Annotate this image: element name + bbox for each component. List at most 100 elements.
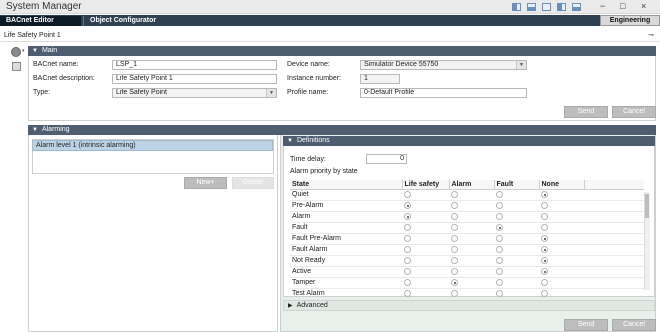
priority-radio[interactable] bbox=[451, 212, 458, 220]
priority-radio[interactable] bbox=[451, 267, 458, 275]
priority-cell bbox=[402, 277, 449, 289]
priority-radio[interactable] bbox=[404, 278, 411, 286]
layout-single-icon[interactable] bbox=[572, 3, 581, 11]
blank-cell bbox=[584, 211, 644, 223]
priority-radio[interactable] bbox=[451, 234, 458, 242]
bacnet-description-field[interactable]: Life Safety Point 1 bbox=[112, 74, 277, 84]
priority-radio[interactable] bbox=[541, 201, 548, 209]
priority-radio[interactable] bbox=[496, 245, 503, 253]
priority-cell bbox=[539, 200, 584, 212]
table-row: Quiet bbox=[290, 189, 644, 201]
priority-radio[interactable] bbox=[541, 267, 548, 275]
priority-radio[interactable] bbox=[541, 212, 548, 220]
priority-radio[interactable] bbox=[496, 267, 503, 275]
chevron-down-icon[interactable]: ▾ bbox=[22, 48, 25, 54]
main-send-button[interactable]: Send bbox=[564, 106, 608, 118]
priority-cell bbox=[494, 244, 539, 256]
priority-radio[interactable] bbox=[404, 223, 411, 231]
blank-cell bbox=[584, 233, 644, 245]
blank-cell bbox=[584, 255, 644, 267]
priority-radio[interactable] bbox=[451, 278, 458, 286]
type-label: Type: bbox=[33, 89, 51, 96]
priority-radio[interactable] bbox=[451, 201, 458, 209]
layout-left-icon[interactable] bbox=[557, 3, 566, 11]
priority-caption: Alarm priority by state bbox=[290, 168, 358, 175]
table-row: Test Alarm bbox=[290, 288, 644, 300]
priority-cell bbox=[539, 266, 584, 278]
state-cell: Tamper bbox=[290, 277, 402, 289]
priority-radio[interactable] bbox=[404, 256, 411, 264]
bacnet-name-field[interactable]: LSP_1 bbox=[112, 60, 277, 70]
priority-radio[interactable] bbox=[541, 289, 548, 297]
priority-cell bbox=[494, 189, 539, 201]
cancel-button[interactable]: Cancel bbox=[612, 319, 656, 331]
table-row: Fault Alarm bbox=[290, 244, 644, 256]
priority-radio[interactable] bbox=[404, 201, 411, 209]
type-select[interactable]: Life Safety Point ▼ bbox=[112, 88, 277, 98]
advanced-title: Advanced bbox=[296, 302, 328, 309]
priority-cell bbox=[402, 255, 449, 267]
priority-radio[interactable] bbox=[496, 234, 503, 242]
time-delay-field[interactable]: 0 bbox=[366, 154, 407, 164]
priority-radio[interactable] bbox=[541, 190, 548, 198]
priority-radio[interactable] bbox=[404, 212, 411, 220]
list-item[interactable]: Alarm level 1 (intrinsic alarming) bbox=[32, 140, 273, 151]
close-icon[interactable]: × bbox=[641, 1, 646, 11]
priority-radio[interactable] bbox=[451, 190, 458, 198]
gear-icon[interactable] bbox=[11, 47, 21, 57]
profile-name-label: Profile name: bbox=[287, 89, 329, 96]
delete-alarm-level-button: Delete bbox=[232, 177, 274, 189]
layout-full-icon[interactable] bbox=[542, 3, 551, 11]
priority-radio[interactable] bbox=[496, 223, 503, 231]
new-alarm-level-button[interactable]: New+ bbox=[184, 177, 227, 189]
priority-radio[interactable] bbox=[496, 256, 503, 264]
priority-radio[interactable] bbox=[496, 190, 503, 198]
priority-radio[interactable] bbox=[451, 289, 458, 297]
priority-cell bbox=[494, 277, 539, 289]
priority-radio[interactable] bbox=[496, 201, 503, 209]
definitions-header[interactable]: ▼ Definitions bbox=[283, 136, 655, 146]
minimize-icon[interactable]: − bbox=[600, 1, 605, 11]
workspace-engineering[interactable]: Engineering bbox=[600, 15, 660, 26]
tab-bacnet-editor[interactable]: BACnet Editor bbox=[0, 16, 81, 26]
bacnet-name-label: BACnet name: bbox=[33, 61, 79, 68]
priority-radio[interactable] bbox=[451, 223, 458, 231]
priority-radio[interactable] bbox=[404, 234, 411, 242]
maximize-icon[interactable]: □ bbox=[620, 1, 625, 11]
priority-radio[interactable] bbox=[404, 267, 411, 275]
priority-cell bbox=[539, 233, 584, 245]
priority-cell bbox=[494, 255, 539, 267]
priority-radio[interactable] bbox=[541, 223, 548, 231]
priority-radio[interactable] bbox=[451, 256, 458, 264]
send-button[interactable]: Send bbox=[564, 319, 608, 331]
layout-split-icon[interactable] bbox=[512, 3, 521, 11]
device-name-select[interactable]: Simulator Device 55750 ▼ bbox=[360, 60, 527, 70]
scrollbar-thumb[interactable] bbox=[645, 194, 649, 218]
tab-object-configurator[interactable]: Object Configurator bbox=[83, 16, 173, 26]
priority-radio[interactable] bbox=[404, 245, 411, 253]
main-cancel-button[interactable]: Cancel bbox=[612, 106, 656, 118]
priority-cell bbox=[539, 277, 584, 289]
priority-radio[interactable] bbox=[541, 245, 548, 253]
copy-icon[interactable] bbox=[12, 62, 21, 71]
priority-radio[interactable] bbox=[541, 234, 548, 242]
priority-cell bbox=[402, 266, 449, 278]
priority-radio[interactable] bbox=[404, 289, 411, 297]
chevron-down-icon: ▼ bbox=[266, 89, 276, 97]
pin-icon[interactable]: ⊸ bbox=[648, 31, 654, 39]
priority-radio[interactable] bbox=[496, 278, 503, 286]
blank-cell bbox=[584, 288, 644, 300]
priority-radio[interactable] bbox=[541, 278, 548, 286]
layout-bottom-icon[interactable] bbox=[527, 3, 536, 11]
alarming-section-header[interactable]: ▼ Alarming bbox=[28, 125, 656, 135]
priority-radio[interactable] bbox=[496, 212, 503, 220]
table-row: Active bbox=[290, 266, 644, 278]
priority-radio[interactable] bbox=[451, 245, 458, 253]
main-section-header[interactable]: ▼ Main bbox=[28, 46, 656, 56]
advanced-section-header[interactable]: ▶ Advanced bbox=[283, 300, 655, 311]
priority-radio[interactable] bbox=[541, 256, 548, 264]
priority-radio[interactable] bbox=[496, 289, 503, 297]
priority-radio[interactable] bbox=[404, 190, 411, 198]
profile-name-field[interactable]: 0-Default Profile bbox=[360, 88, 527, 98]
column-header: None bbox=[539, 180, 585, 190]
